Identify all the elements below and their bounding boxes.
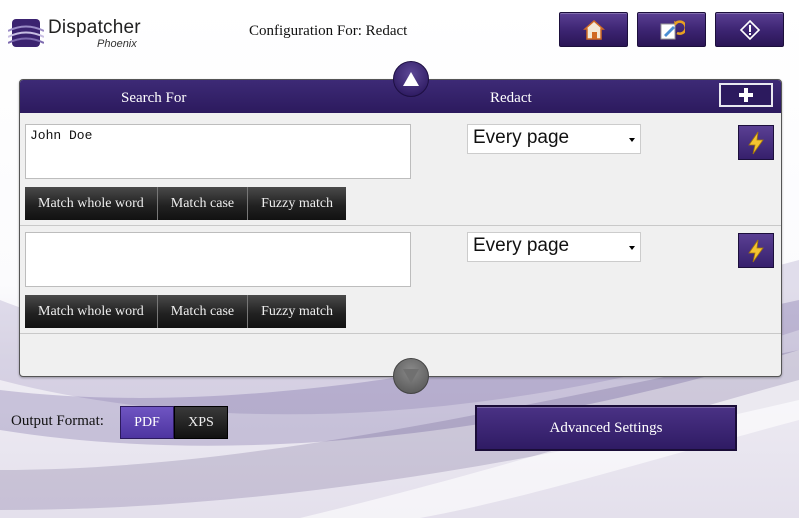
format-xps-button[interactable]: XPS xyxy=(174,406,228,439)
fuzzy-match-button[interactable]: Fuzzy match xyxy=(248,187,347,220)
add-row-button[interactable] xyxy=(719,83,773,107)
triangle-up-icon xyxy=(403,72,419,86)
search-text-input[interactable]: John Doe xyxy=(25,124,411,179)
brand-name: Dispatcher xyxy=(48,17,141,38)
search-text-input[interactable] xyxy=(25,232,411,287)
bolt-button[interactable] xyxy=(738,233,774,268)
output-format-label: Output Format: xyxy=(11,413,104,429)
redact-scope-select[interactable]: Every page xyxy=(467,232,641,262)
brand-subtitle: Phoenix xyxy=(97,38,137,50)
edit-icon xyxy=(660,19,685,39)
format-pdf-button[interactable]: PDF xyxy=(120,406,174,439)
page-title: Configuration For: Redact xyxy=(249,23,408,39)
lightning-bolt-icon xyxy=(748,239,764,262)
column-header-redact: Redact xyxy=(490,90,532,106)
match-options: Match whole word Match case Fuzzy match xyxy=(25,187,347,220)
scroll-down-button[interactable] xyxy=(393,358,429,394)
chevron-down-icon xyxy=(629,246,635,250)
home-button[interactable] xyxy=(559,12,628,47)
list-item: John Doe Match whole word Match case Fuz… xyxy=(20,118,781,226)
column-header-search: Search For xyxy=(121,90,187,106)
redact-scope-value: Every page xyxy=(473,235,570,256)
edit-config-button[interactable] xyxy=(637,12,706,47)
advanced-settings-button[interactable]: Advanced Settings xyxy=(475,405,737,451)
fuzzy-match-button[interactable]: Fuzzy match xyxy=(248,295,347,328)
redact-panel: Search For Redact John Doe Match whole w… xyxy=(19,79,782,377)
bolt-button[interactable] xyxy=(738,125,774,160)
match-whole-word-button[interactable]: Match whole word xyxy=(25,295,158,328)
home-icon xyxy=(582,19,605,40)
match-case-button[interactable]: Match case xyxy=(157,187,249,220)
list-item: Match whole word Match case Fuzzy match … xyxy=(20,226,781,334)
match-case-button[interactable]: Match case xyxy=(157,295,249,328)
match-whole-word-button[interactable]: Match whole word xyxy=(25,187,158,220)
redact-scope-value: Every page xyxy=(473,127,570,148)
chevron-down-icon xyxy=(629,138,635,142)
scroll-up-button[interactable] xyxy=(393,61,429,97)
lightning-bolt-icon xyxy=(748,131,764,154)
match-options: Match whole word Match case Fuzzy match xyxy=(25,295,347,328)
redact-scope-select[interactable]: Every page xyxy=(467,124,641,154)
info-icon xyxy=(739,19,760,40)
app-logo: Dispatcher Phoenix xyxy=(8,14,168,54)
logo-mark-icon xyxy=(8,19,44,47)
plus-icon xyxy=(739,88,753,102)
triangle-down-icon xyxy=(403,369,419,383)
info-button[interactable] xyxy=(715,12,784,47)
